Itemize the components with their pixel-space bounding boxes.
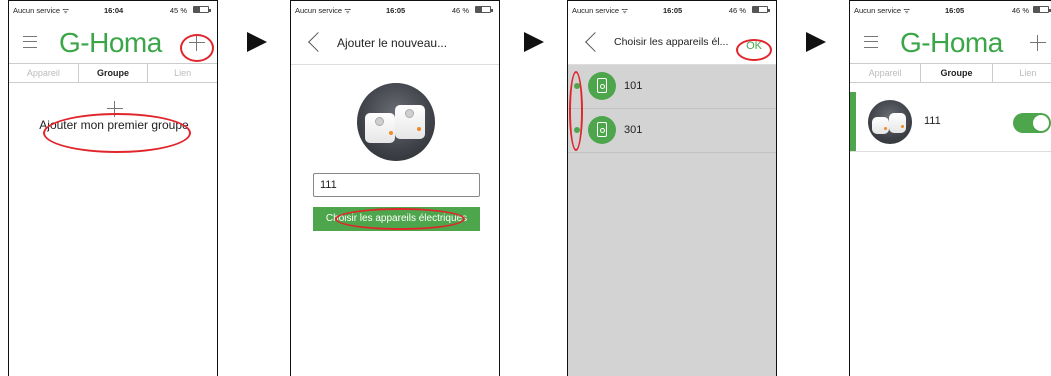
battery-icon xyxy=(475,6,493,13)
plus-icon[interactable] xyxy=(1030,35,1046,51)
tab-lien[interactable]: Lien xyxy=(993,64,1051,82)
battery-icon xyxy=(193,6,211,13)
battery-percent: 46 % xyxy=(728,6,746,15)
list-item[interactable]: 301 xyxy=(568,109,776,153)
tab-lien[interactable]: Lien xyxy=(148,64,217,82)
battery-icon xyxy=(752,6,770,13)
clock: 16:05 xyxy=(386,6,406,15)
smart-plug-image xyxy=(365,113,395,143)
tab-groupe[interactable]: Groupe xyxy=(79,64,149,82)
smart-plug-image xyxy=(872,117,889,134)
device-list: 101 301 xyxy=(568,65,776,376)
status-bar: Aucun service ᯤ 16:04 45 % xyxy=(9,1,217,19)
page-title: Choisir les appareils él... xyxy=(614,36,729,48)
screen-add-group: Aucun service ᯤ 16:05 46 % Ajouter le no… xyxy=(290,0,500,376)
carrier-label: Aucun service ᯤ xyxy=(854,6,911,15)
nav-bar: Ajouter le nouveau... xyxy=(291,23,499,65)
tab-appareil[interactable]: Appareil xyxy=(9,64,79,82)
device-name: 301 xyxy=(624,124,643,136)
smart-plug-icon xyxy=(588,72,616,100)
battery-percent: 45 % xyxy=(169,6,187,15)
list-item[interactable]: 101 xyxy=(568,65,776,109)
socket-hole xyxy=(375,117,384,126)
app-header: G-Homa xyxy=(850,23,1051,63)
tab-bar: Appareil Groupe Lien xyxy=(9,63,217,83)
group-name-input[interactable] xyxy=(313,173,480,197)
annotation-circle xyxy=(43,113,191,153)
battery-icon xyxy=(1033,6,1051,13)
carrier-label: Aucun service ᯤ xyxy=(295,6,352,15)
smart-plug-image xyxy=(395,105,425,139)
annotation-circle xyxy=(736,39,772,61)
group-photo xyxy=(868,100,912,144)
status-light xyxy=(389,131,393,135)
status-light xyxy=(417,127,421,131)
device-name: 101 xyxy=(624,80,643,92)
annotation-circle xyxy=(335,208,465,230)
tab-groupe[interactable]: Groupe xyxy=(921,64,993,82)
clock: 16:05 xyxy=(663,6,683,15)
socket-hole xyxy=(405,109,414,118)
carrier-label: Aucun service ᯤ xyxy=(572,6,629,15)
tab-appareil[interactable]: Appareil xyxy=(850,64,922,82)
clock: 16:04 xyxy=(104,6,124,15)
status-light xyxy=(884,127,887,130)
status-bar: Aucun service ᯤ 16:05 46 % xyxy=(291,1,499,19)
back-chevron-icon[interactable] xyxy=(308,32,328,52)
annotation-circle xyxy=(569,71,583,151)
status-bar: Aucun service ᯤ 16:05 46 % xyxy=(568,1,776,19)
tab-bar: Appareil Groupe Lien xyxy=(850,63,1051,83)
screen-group-created: Aucun service ᯤ 16:05 46 % G-Homa Appare… xyxy=(849,0,1051,376)
selection-bar xyxy=(850,92,856,151)
back-chevron-icon[interactable] xyxy=(585,32,605,52)
group-name: 111 xyxy=(924,115,941,127)
screen-groups-empty: Aucun service ᯤ 16:04 45 % G-Homa Appare… xyxy=(8,0,218,376)
smart-plug-icon xyxy=(588,116,616,144)
group-photo[interactable] xyxy=(357,83,435,161)
brand-logo: G-Homa xyxy=(900,27,1003,58)
menu-icon[interactable] xyxy=(23,36,37,48)
list-item[interactable]: 111 xyxy=(850,92,1051,152)
menu-icon[interactable] xyxy=(864,36,878,48)
status-light xyxy=(901,125,904,128)
brand-logo: G-Homa xyxy=(59,27,162,58)
carrier-label: Aucun service ᯤ xyxy=(13,6,70,15)
smart-plug-image xyxy=(889,113,906,133)
next-step-arrow xyxy=(806,32,826,52)
annotation-circle xyxy=(180,34,214,62)
group-power-toggle[interactable] xyxy=(1013,113,1051,133)
battery-percent: 46 % xyxy=(1011,6,1029,15)
next-step-arrow xyxy=(247,32,267,52)
battery-percent: 46 % xyxy=(451,6,469,15)
status-bar: Aucun service ᯤ 16:05 46 % xyxy=(850,1,1051,19)
page-title: Ajouter le nouveau... xyxy=(337,36,448,50)
next-step-arrow xyxy=(524,32,544,52)
screen-choose-devices: Aucun service ᯤ 16:05 46 % Choisir les a… xyxy=(567,0,777,376)
clock: 16:05 xyxy=(945,6,965,15)
